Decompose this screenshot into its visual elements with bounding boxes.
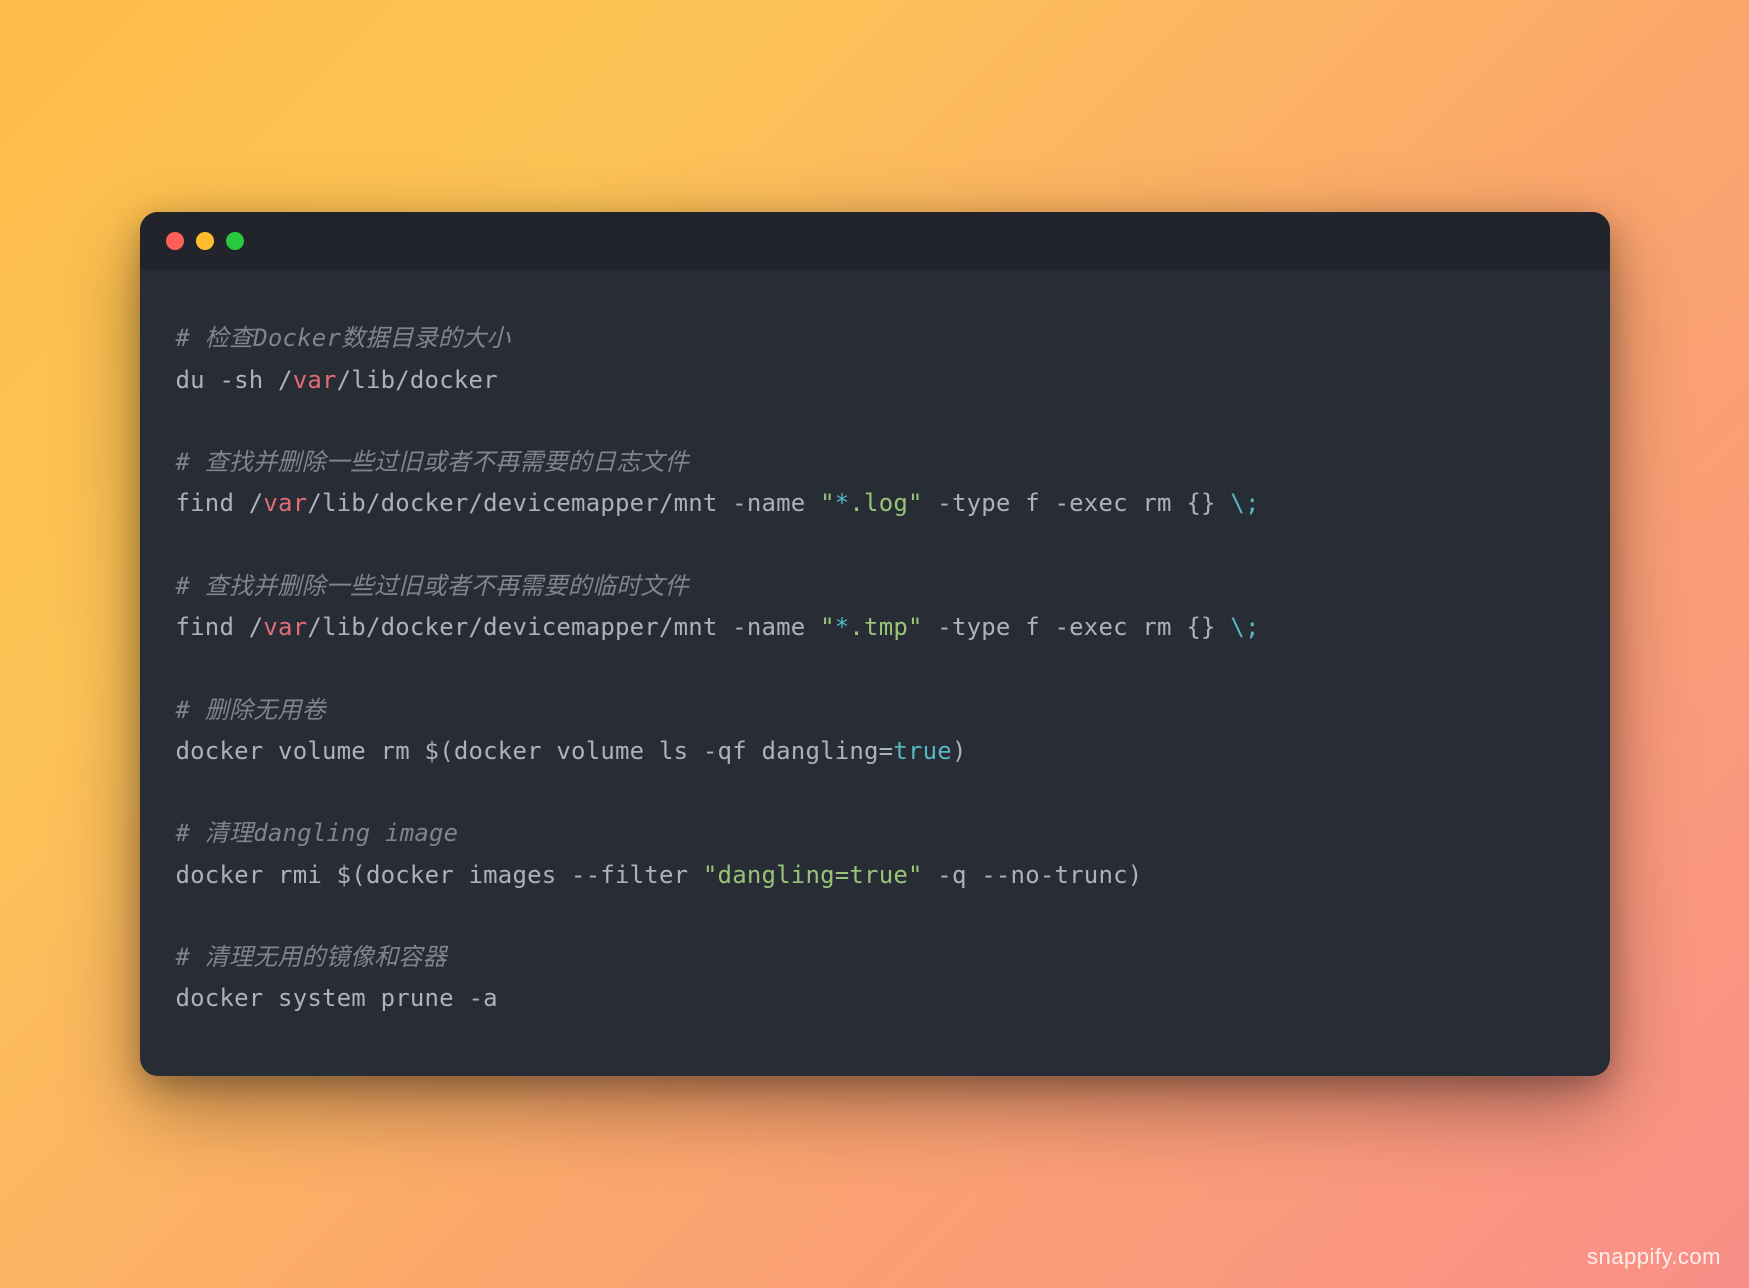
code-var: var xyxy=(263,489,307,517)
minimize-icon[interactable] xyxy=(196,232,214,250)
code-comment: # 删除无用卷 xyxy=(176,696,326,724)
code-text: /lib/docker/devicemapper/mnt -name xyxy=(307,489,820,517)
code-paren: ) xyxy=(1128,861,1143,889)
maximize-icon[interactable] xyxy=(226,232,244,250)
code-paren: ) xyxy=(952,737,967,765)
code-string: " xyxy=(820,489,835,517)
code-string: * xyxy=(835,489,850,517)
code-escape: \; xyxy=(1230,489,1259,517)
code-text: docker volume ls -qf dangling= xyxy=(454,737,893,765)
code-string: .log" xyxy=(849,489,922,517)
code-comment: # 查找并删除一些过旧或者不再需要的日志文件 xyxy=(176,448,689,476)
code-block: # 检查Docker数据目录的大小 du -sh /var/lib/docker… xyxy=(140,270,1610,1076)
code-escape: \; xyxy=(1230,613,1259,641)
code-string: * xyxy=(835,613,850,641)
code-text: docker rmi xyxy=(176,861,337,889)
code-text: -type f -exec rm {} xyxy=(923,489,1231,517)
code-text: docker images --filter xyxy=(366,861,703,889)
code-comment: # 清理无用的镜像和容器 xyxy=(176,943,447,971)
code-text: find / xyxy=(176,489,264,517)
code-var: var xyxy=(293,366,337,394)
code-text: docker volume rm xyxy=(176,737,425,765)
watermark-text: snappify.com xyxy=(1587,1244,1721,1270)
window-titlebar xyxy=(140,212,1610,270)
code-paren: $( xyxy=(425,737,454,765)
code-paren: $( xyxy=(337,861,366,889)
code-string: " xyxy=(820,613,835,641)
code-var: var xyxy=(263,613,307,641)
code-string: "dangling=true" xyxy=(703,861,923,889)
code-text: /lib/docker xyxy=(337,366,498,394)
code-text: du -sh / xyxy=(176,366,293,394)
code-text: /lib/docker/devicemapper/mnt -name xyxy=(307,613,820,641)
code-text: -q --no-trunc xyxy=(923,861,1128,889)
close-icon[interactable] xyxy=(166,232,184,250)
code-text: -type f -exec rm {} xyxy=(923,613,1231,641)
code-comment: # 检查Docker数据目录的大小 xyxy=(176,324,511,352)
code-text: find / xyxy=(176,613,264,641)
code-string: .tmp" xyxy=(849,613,922,641)
code-text: docker system prune -a xyxy=(176,984,498,1012)
code-keyword: true xyxy=(893,737,952,765)
code-comment: # 清理dangling image xyxy=(176,819,459,847)
code-window: # 检查Docker数据目录的大小 du -sh /var/lib/docker… xyxy=(140,212,1610,1076)
code-comment: # 查找并删除一些过旧或者不再需要的临时文件 xyxy=(176,572,689,600)
